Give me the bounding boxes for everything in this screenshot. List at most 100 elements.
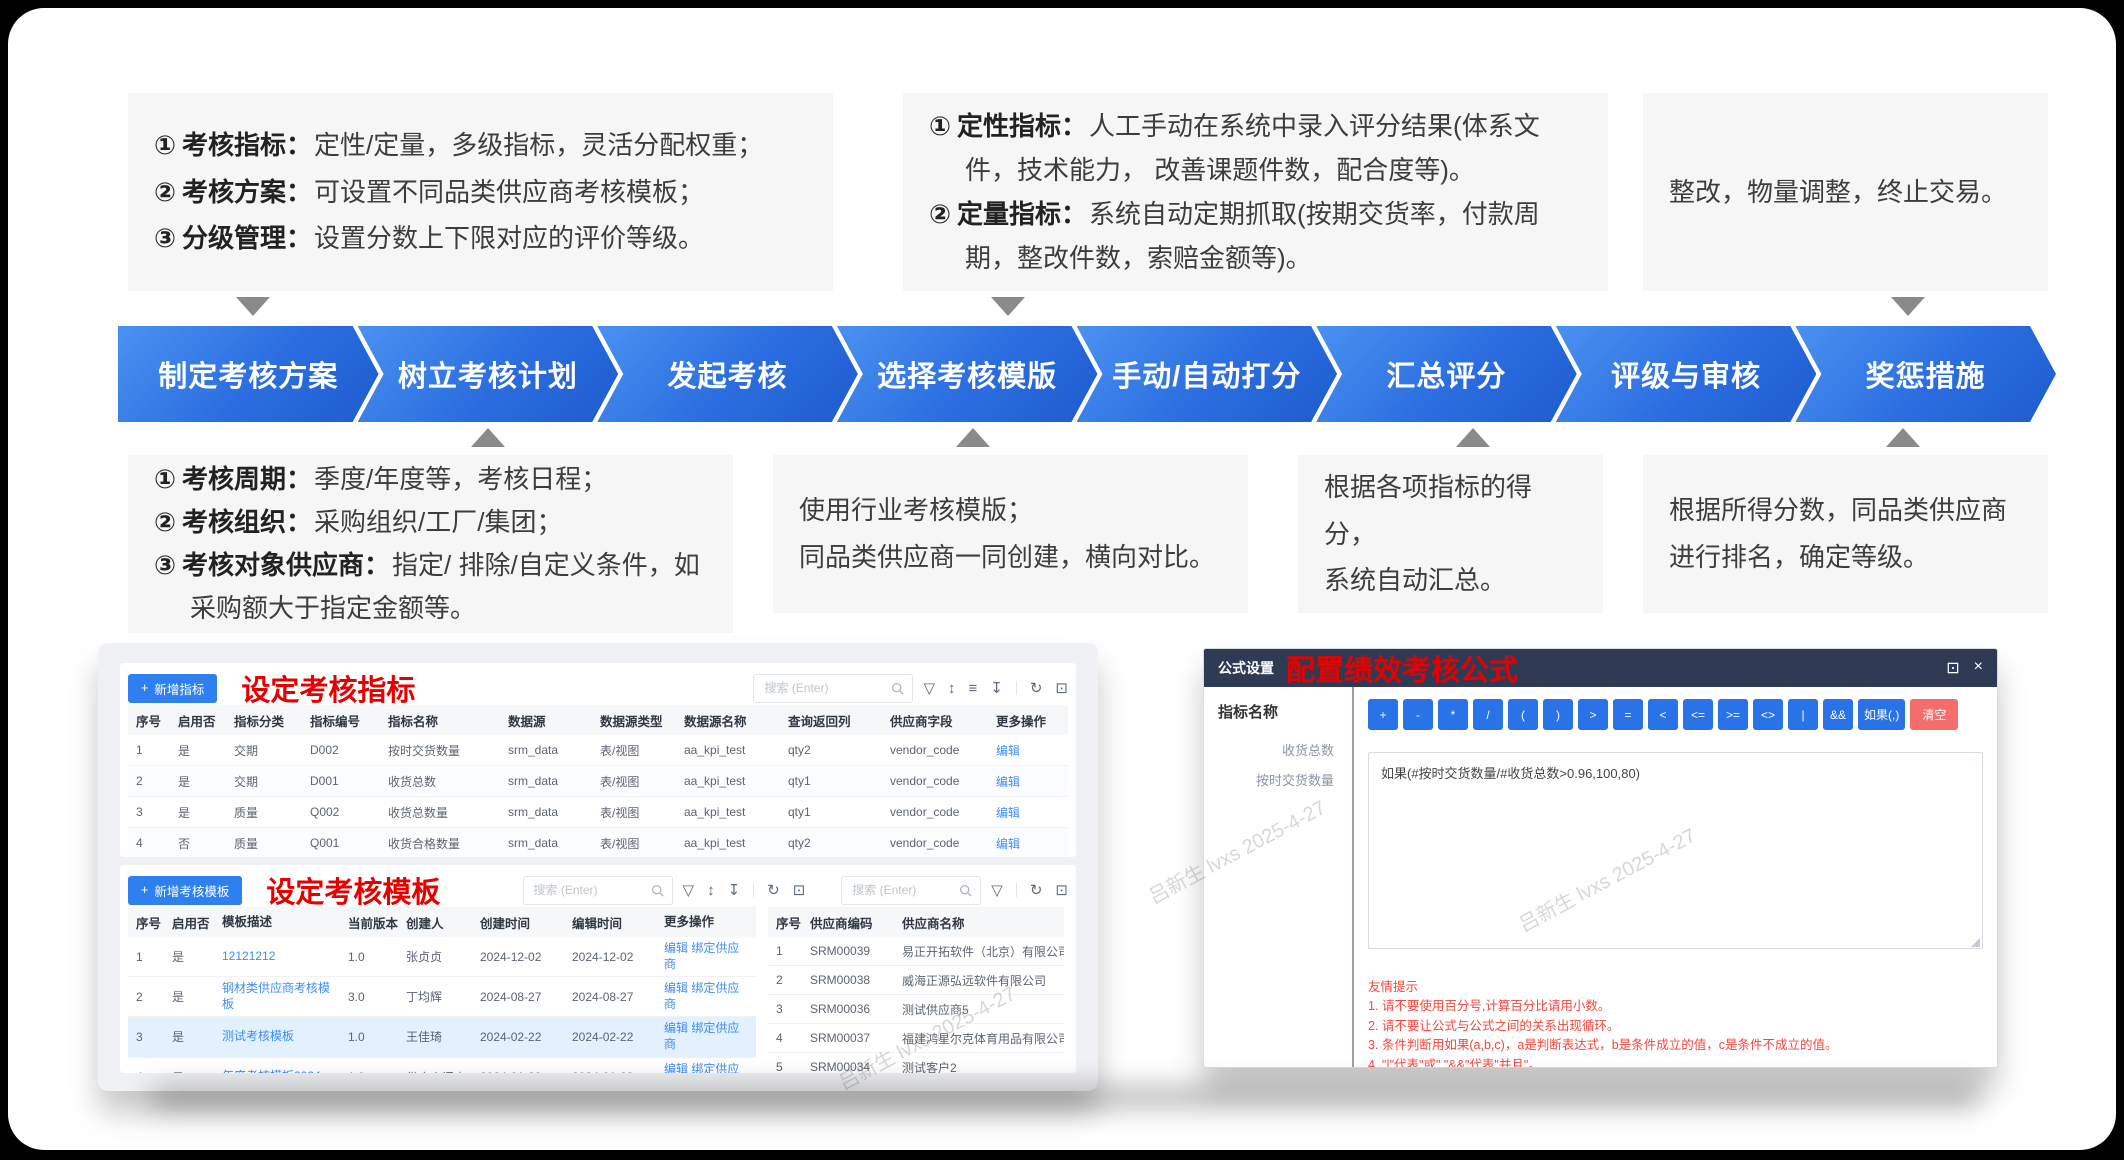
- cell-return-column: qty2: [780, 832, 882, 854]
- edit-link[interactable]: 编辑: [664, 981, 688, 995]
- hints-title: 友情提示: [1368, 978, 1983, 997]
- cell-seq: 5: [768, 1056, 802, 1073]
- sidebar-item-indicator[interactable]: 收货总数: [1204, 736, 1352, 766]
- cell-actions: 编辑 绑定供应商: [656, 1017, 756, 1056]
- cell-edited: 2024-12-02: [564, 946, 656, 968]
- operator-button[interactable]: >: [1578, 699, 1608, 730]
- template-name-link[interactable]: 测试考核模板: [214, 1025, 340, 1049]
- template-name-link[interactable]: 钢材类供应商考核模板: [214, 977, 340, 1016]
- window-controls: ⊡ ×: [1946, 658, 1983, 678]
- filter-icon[interactable]: ▽: [923, 679, 935, 697]
- edit-link[interactable]: 编辑: [664, 1062, 688, 1073]
- template-name-link[interactable]: 12121212: [214, 945, 340, 969]
- column-header: 指标编号: [302, 707, 380, 734]
- operator-button[interactable]: (: [1508, 699, 1538, 730]
- note-line: ①考核指标：定性/定量，多级指标，灵活分配权重；: [154, 122, 807, 169]
- edit-link[interactable]: 编辑: [988, 831, 1060, 856]
- download-icon[interactable]: ↧: [990, 679, 1003, 697]
- friendly-hints: 友情提示 1. 请不要使用百分号,计算百分比请用小数。2. 请不要让公式与公式之…: [1368, 978, 1983, 1068]
- cell-enabled: 是: [170, 738, 226, 763]
- edit-link[interactable]: 编辑: [664, 941, 688, 955]
- note-line: 使用行业考核模版；: [799, 487, 1222, 534]
- fullscreen-icon[interactable]: ⊡: [1055, 881, 1068, 899]
- cell-enabled: 否: [170, 831, 226, 856]
- cell-creator: 供应商门户: [398, 1065, 472, 1073]
- note-line: 系统自动汇总。: [1324, 557, 1577, 604]
- search-box[interactable]: [523, 876, 673, 905]
- sort-icon[interactable]: ↕: [948, 680, 956, 697]
- sidebar-item-indicator[interactable]: 按时交货数量: [1204, 766, 1352, 796]
- cell-created: 2024-08-27: [472, 986, 564, 1008]
- resize-handle-icon[interactable]: [1971, 938, 1980, 947]
- search-input[interactable]: [762, 680, 891, 696]
- flow-step: 选择考核模版: [837, 326, 1098, 422]
- cell-return-column: qty1: [780, 801, 882, 823]
- add-template-button[interactable]: +新增考核模板: [128, 876, 242, 905]
- formula-editor: +-*/()>=<<=>=<>|&&如果(,) 清空 如果(#按时交货数量/#收…: [1354, 687, 1997, 1068]
- formula-textarea[interactable]: 如果(#按时交货数量/#收货总数>0.96,100,80): [1368, 752, 1983, 949]
- search-input[interactable]: [532, 882, 651, 898]
- operator-button[interactable]: |: [1788, 699, 1818, 730]
- operator-button[interactable]: &&: [1823, 699, 1853, 730]
- operator-button[interactable]: +: [1368, 699, 1398, 730]
- edit-link[interactable]: 编辑: [988, 738, 1060, 763]
- template-name-link[interactable]: 年度考核模板2024: [214, 1065, 340, 1073]
- add-indicator-button[interactable]: +新增指标: [128, 674, 217, 703]
- operator-button[interactable]: =: [1613, 699, 1643, 730]
- cell-enabled: 是: [164, 944, 214, 969]
- template-table-card: +新增考核模板 设定考核模板 ▽ ↕ ↧ ↻ ⊡: [120, 865, 1076, 1073]
- cell-datasource-name: aa_kpi_test: [676, 832, 780, 854]
- cell-supplier-name: 测试供应商5: [894, 997, 1064, 1022]
- cell-enabled: 是: [164, 1065, 214, 1073]
- operator-button[interactable]: *: [1438, 699, 1468, 730]
- operator-button[interactable]: >=: [1718, 699, 1748, 730]
- cell-code: Q002: [302, 801, 380, 823]
- note-box-summary: 根据各项指标的得分，系统自动汇总。: [1298, 455, 1603, 613]
- column-header: 供应商编码: [802, 909, 894, 936]
- filter-icon[interactable]: ▽: [991, 881, 1003, 899]
- operator-button[interactable]: <>: [1753, 699, 1783, 730]
- columns-icon[interactable]: ≡: [969, 680, 978, 697]
- clear-button[interactable]: 清空: [1910, 699, 1958, 730]
- cell-seq: 3: [768, 998, 802, 1020]
- indicator-table-header: 序号 启用否 指标分类 指标编号 指标名称 数据源 数据源类型 数据源名称 查询…: [128, 705, 1068, 735]
- fullscreen-icon[interactable]: ⊡: [1946, 658, 1959, 678]
- cell-category: 质量: [226, 831, 302, 856]
- indicator-table-card: +新增指标 设定考核指标 ▽ ↕ ≡ ↧ ↻ ⊡ 序号: [120, 663, 1076, 857]
- download-icon[interactable]: ↧: [728, 881, 741, 899]
- operator-button[interactable]: 如果(,): [1858, 699, 1905, 730]
- operator-button[interactable]: -: [1403, 699, 1433, 730]
- search-input[interactable]: [850, 882, 959, 898]
- fullscreen-icon[interactable]: ⊡: [1055, 679, 1068, 697]
- edit-link[interactable]: 编辑: [664, 1021, 688, 1035]
- cell-supplier-code: SRM00036: [802, 998, 894, 1020]
- note-line: ③考核对象供应商：指定/ 排除/自定义条件，如采购额大于指定金额等。: [154, 544, 707, 630]
- operator-button[interactable]: <=: [1683, 699, 1713, 730]
- fullscreen-icon[interactable]: ⊡: [793, 881, 806, 899]
- template-table-body: 1 是 12121212 1.0 张贞贞 2024-12-02 2024-12-…: [128, 937, 756, 1073]
- sort-icon[interactable]: ↕: [707, 882, 715, 899]
- flow-step: 评级与审核: [1556, 326, 1817, 422]
- refresh-icon[interactable]: ↻: [1030, 679, 1043, 697]
- refresh-icon[interactable]: ↻: [1030, 881, 1043, 899]
- refresh-icon[interactable]: ↻: [767, 881, 780, 899]
- column-header: 创建时间: [472, 909, 564, 936]
- edit-link[interactable]: 编辑: [988, 769, 1060, 794]
- search-box[interactable]: [753, 674, 913, 703]
- filter-icon[interactable]: ▽: [683, 881, 695, 899]
- indicator-table-body: 1 是 交期 D002 按时交货数量 srm_data 表/视图 aa_kpi_…: [128, 735, 1068, 857]
- table-row: 1 是 交期 D002 按时交货数量 srm_data 表/视图 aa_kpi_…: [128, 735, 1068, 766]
- close-icon[interactable]: ×: [1974, 658, 1983, 678]
- search-box[interactable]: [841, 876, 981, 905]
- table-row: 3 SRM00036 测试供应商5: [768, 995, 1064, 1024]
- column-header: 模板描述: [214, 910, 340, 934]
- note-box-template-use: 使用行业考核模版；同品类供应商一同创建，横向对比。: [773, 455, 1248, 613]
- cell-return-column: qty1: [780, 770, 882, 792]
- operator-button[interactable]: /: [1473, 699, 1503, 730]
- table-row: 2 SRM00038 威海正源弘远软件有限公司: [768, 966, 1064, 995]
- operator-button[interactable]: <: [1648, 699, 1678, 730]
- operator-row: +-*/()>=<<=>=<>|&&如果(,) 清空: [1368, 699, 1983, 730]
- edit-link[interactable]: 编辑: [988, 800, 1060, 825]
- operator-button[interactable]: ): [1543, 699, 1573, 730]
- sidebar-title: 指标名称: [1204, 701, 1352, 722]
